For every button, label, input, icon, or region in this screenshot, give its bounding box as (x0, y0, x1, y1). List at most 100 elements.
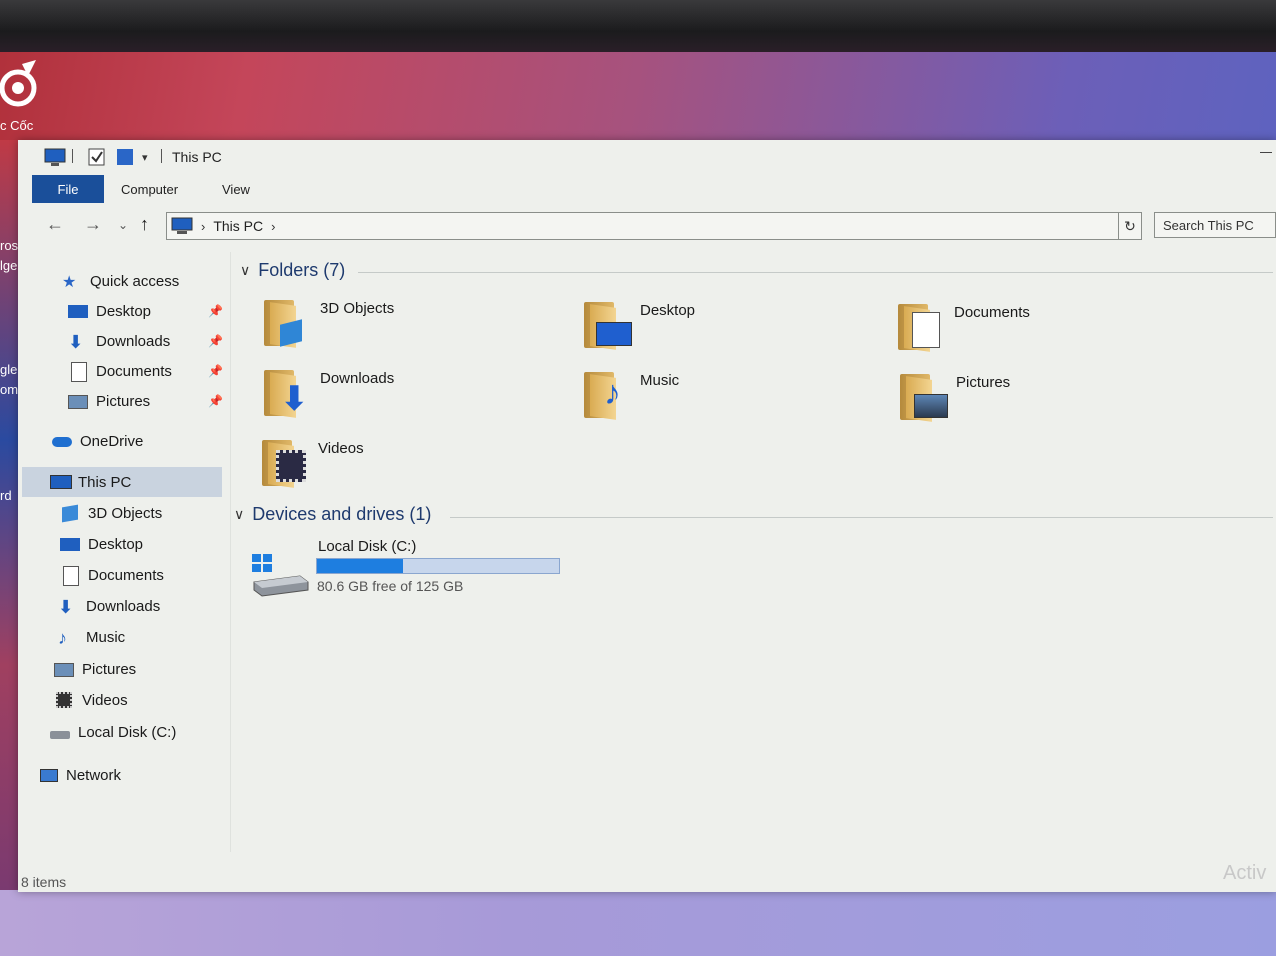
folder-desktop[interactable]: Desktop (582, 298, 695, 354)
folder-videos[interactable]: Videos (260, 436, 364, 492)
drive-free-space: 80.6 GB free of 125 GB (317, 578, 464, 594)
documents-icon (68, 362, 88, 382)
tab-file[interactable]: File (32, 175, 104, 203)
new-folder-icon[interactable] (116, 147, 134, 167)
folder-3d-objects-icon (262, 296, 312, 352)
drive-local-disk-c[interactable]: Local Disk (C:) 80.6 GB free of 125 GB (250, 536, 580, 606)
pictures-icon (68, 392, 88, 410)
folder-pictures[interactable]: Pictures (898, 370, 1010, 426)
separator (161, 149, 162, 163)
pin-icon[interactable]: 📌 (208, 334, 223, 348)
navigation-pane: ★ Quick access Desktop 📌 ⬇ Downloads 📌 D… (18, 252, 230, 852)
star-icon: ★ (62, 274, 77, 291)
recent-locations-chevron-icon[interactable]: ⌄ (118, 218, 128, 232)
folder-label: Documents (954, 304, 1030, 321)
section-title: Folders (7) (258, 260, 346, 280)
nav-item-pc-pictures[interactable]: Pictures (54, 656, 136, 682)
up-arrow-icon[interactable]: ↑ (140, 214, 149, 235)
section-divider (450, 517, 1273, 518)
nav-item-pc-desktop[interactable]: Desktop (60, 531, 143, 557)
window-title: This PC (172, 149, 222, 165)
folder-downloads-icon: ⬇ (262, 366, 312, 422)
minimize-button[interactable] (1260, 152, 1272, 153)
coccoc-logo-icon[interactable] (0, 58, 44, 110)
cube-icon (60, 504, 80, 523)
desktop-label-fragment: gle (0, 362, 18, 377)
nav-item-label: Desktop (96, 302, 152, 320)
tab-computer[interactable]: Computer (121, 182, 178, 197)
folder-label: Videos (318, 440, 364, 457)
folders-section-header[interactable]: ∨ Folders (7) (240, 260, 345, 281)
desktop-label-coccoc: c Cốc (0, 118, 34, 133)
folder-label: Pictures (956, 374, 1011, 391)
drive-usage-bar (316, 558, 560, 574)
collapse-chevron-icon[interactable]: ∨ (240, 262, 250, 279)
folder-downloads[interactable]: ⬇ Downloads (262, 366, 394, 422)
customize-quick-access-dropdown[interactable]: ▾ (142, 147, 148, 167)
refresh-icon[interactable]: ↻ (1118, 212, 1142, 240)
nav-item-label: Network (66, 766, 122, 784)
ribbon-tabs: File Computer View (18, 174, 1276, 205)
nav-item-pc-3d-objects[interactable]: 3D Objects (60, 500, 162, 526)
nav-item-network[interactable]: Network (38, 762, 121, 788)
nav-item-pc-local-disk[interactable]: Local Disk (C:) (50, 719, 176, 745)
pin-icon[interactable]: 📌 (208, 304, 223, 318)
nav-item-label: 3D Objects (88, 504, 163, 522)
folder-label: 3D Objects (320, 300, 395, 317)
devices-section-header[interactable]: ∨ Devices and drives (1) (234, 504, 431, 525)
nav-item-pc-documents[interactable]: Documents (60, 562, 164, 588)
pin-icon[interactable]: 📌 (208, 394, 223, 408)
nav-item-label: Downloads (96, 332, 171, 350)
folder-documents-icon (896, 300, 946, 356)
desktop-label-fragment: rd (0, 488, 12, 503)
nav-item-quick-documents[interactable]: Documents (68, 358, 172, 384)
nav-item-label: This PC (78, 473, 132, 491)
breadcrumb-chevron-icon[interactable]: › (271, 219, 275, 234)
address-bar[interactable]: › This PC › ⌄ (166, 212, 1140, 240)
nav-item-quick-pictures[interactable]: Pictures (68, 388, 150, 414)
nav-item-label: Desktop (88, 535, 144, 553)
monitor-bezel (0, 0, 1276, 52)
nav-item-label: Pictures (82, 660, 137, 678)
tab-view[interactable]: View (222, 182, 250, 197)
drive-label: Local Disk (C:) (318, 538, 417, 555)
nav-item-label: Local Disk (C:) (78, 723, 177, 741)
breadcrumb-this-pc[interactable]: This PC (213, 218, 263, 234)
nav-item-label: Pictures (96, 392, 151, 410)
separator (72, 149, 73, 163)
folder-documents[interactable]: Documents (896, 300, 1030, 356)
pin-icon[interactable]: 📌 (208, 364, 223, 378)
properties-icon[interactable] (88, 147, 106, 167)
nav-item-label: Videos (82, 691, 128, 709)
download-arrow-icon: ⬇ (68, 332, 84, 352)
search-input[interactable]: Search This PC (1154, 212, 1276, 238)
nav-item-pc-downloads[interactable]: ⬇ Downloads (58, 593, 160, 619)
nav-item-onedrive[interactable]: OneDrive (52, 428, 143, 454)
nav-item-pc-music[interactable]: ♪ Music (58, 624, 125, 650)
nav-item-label: Documents (88, 566, 164, 584)
nav-item-this-pc[interactable]: This PC (50, 469, 131, 495)
forward-arrow-icon[interactable]: → (84, 214, 102, 235)
section-title: Devices and drives (1) (252, 504, 432, 524)
drive-usage-fill (317, 559, 403, 573)
network-icon (38, 766, 58, 784)
nav-item-quick-desktop[interactable]: Desktop (68, 298, 151, 324)
back-arrow-icon[interactable]: ← (46, 214, 64, 235)
nav-item-label: Quick access (90, 272, 180, 290)
folder-3d-objects[interactable]: 3D Objects (262, 296, 394, 352)
desktop-label-fragment: om (0, 382, 19, 397)
nav-item-label: Documents (96, 362, 172, 380)
nav-item-quick-downloads[interactable]: ⬇ Downloads (68, 328, 170, 354)
activate-windows-watermark: Activ (1223, 862, 1267, 884)
file-explorer-window: ▾ This PC File Computer View ← → ⌄ ↑ › T… (18, 140, 1276, 892)
title-bar: ▾ This PC (18, 140, 1276, 174)
section-divider (358, 272, 1273, 273)
breadcrumb-chevron-icon[interactable]: › (201, 219, 205, 234)
collapse-chevron-icon[interactable]: ∨ (234, 506, 244, 523)
nav-item-pc-videos[interactable]: Videos (54, 687, 128, 713)
nav-item-quick-access[interactable]: ★ Quick access (62, 268, 179, 294)
nav-item-label: OneDrive (80, 432, 144, 450)
navigation-bar: ← → ⌄ ↑ › This PC › ⌄ ↻ Search This PC (18, 204, 1276, 246)
download-arrow-icon: ⬇ (58, 597, 74, 617)
folder-music[interactable]: ♪ Music (582, 368, 679, 424)
